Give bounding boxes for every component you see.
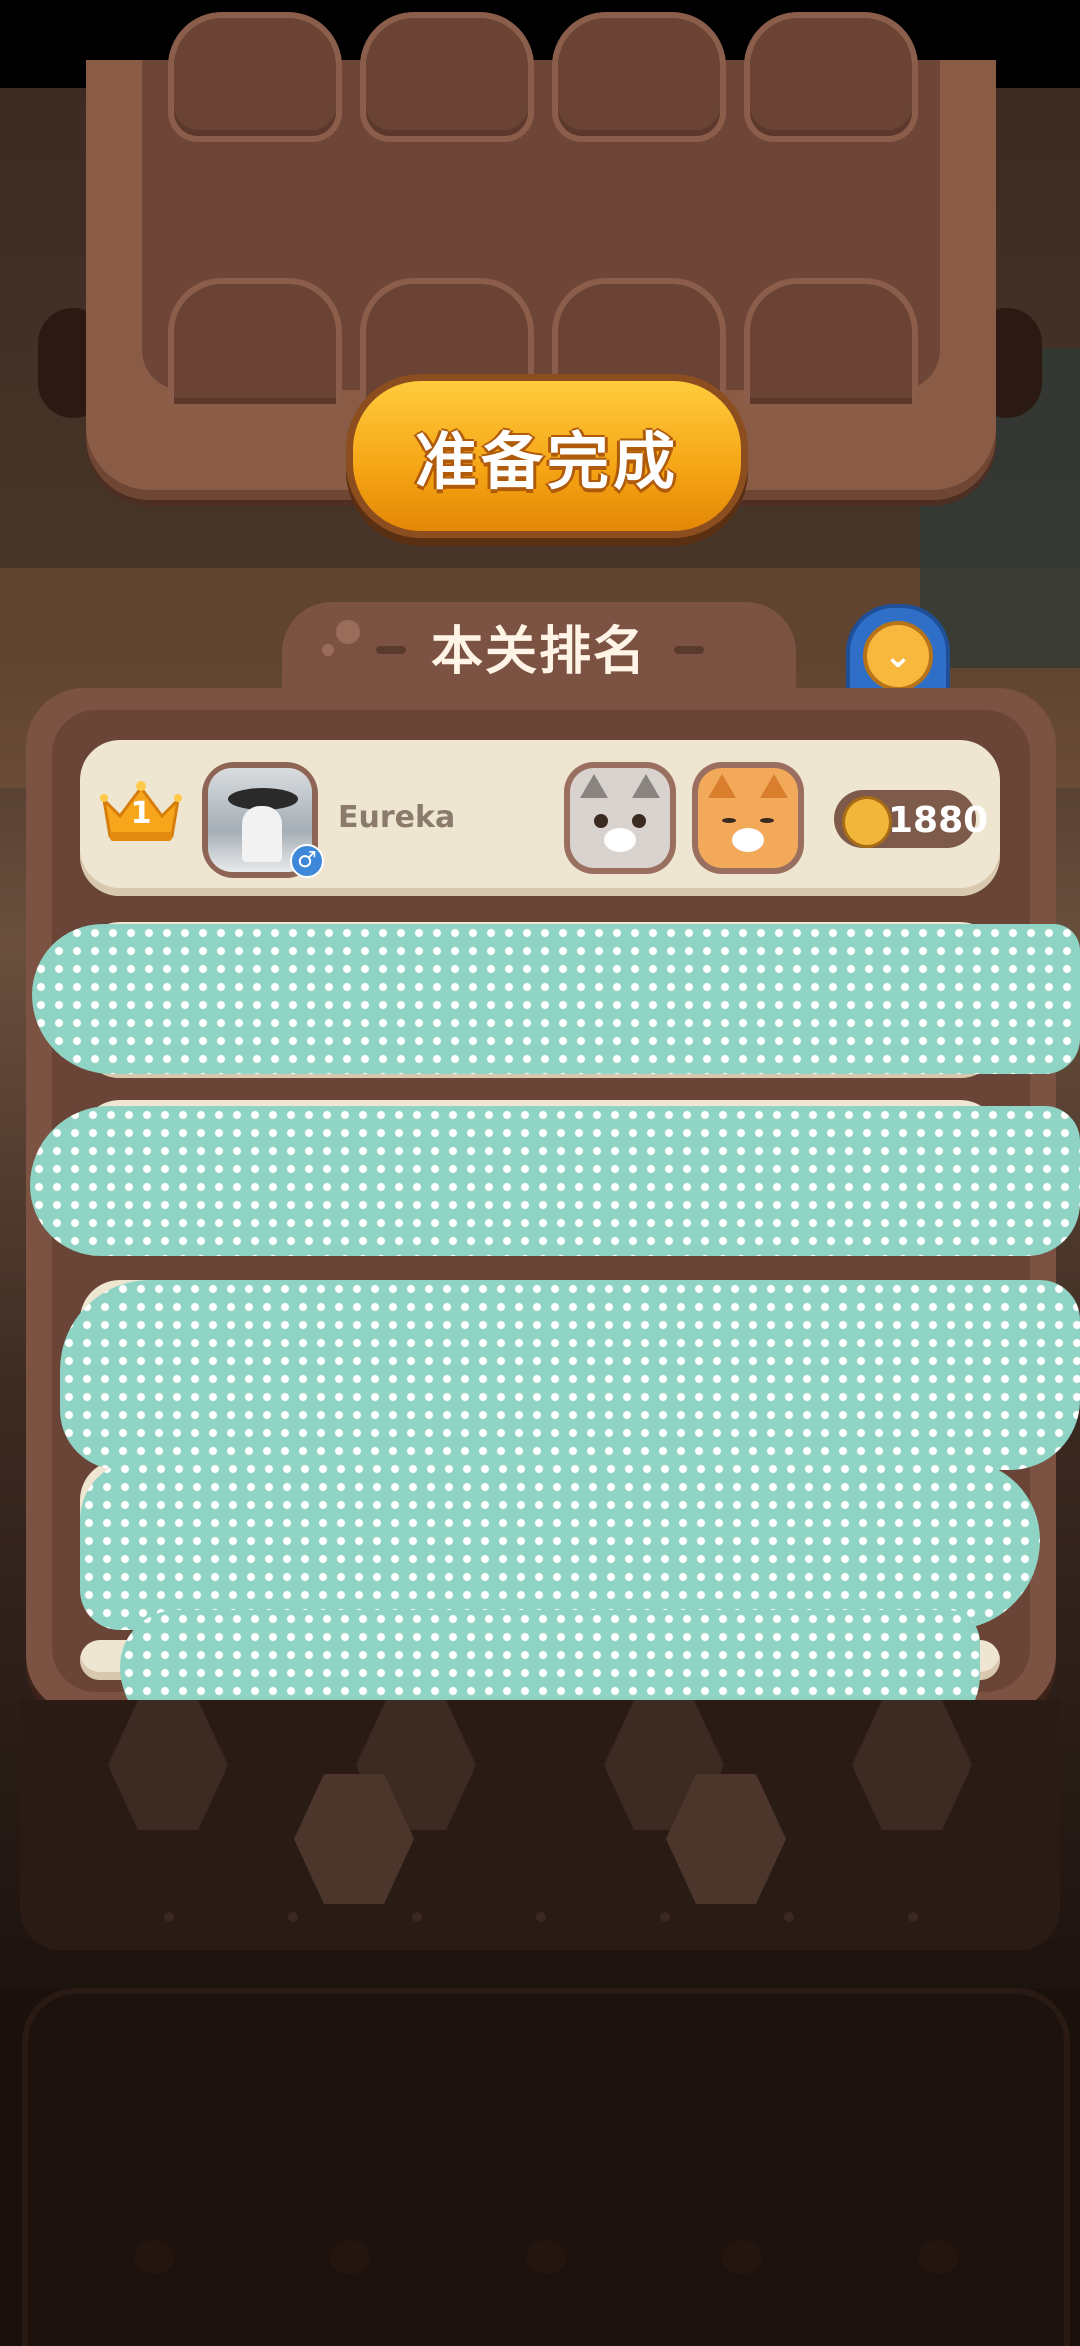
slot[interactable] — [552, 12, 726, 142]
board-dot — [784, 1912, 794, 1922]
male-icon: ♂ — [290, 844, 324, 878]
username: Eureka — [338, 800, 456, 835]
pet-face — [698, 768, 798, 868]
rank-number: 1 — [130, 796, 152, 831]
board-dot — [164, 1912, 174, 1922]
orange-cat-icon — [692, 762, 804, 874]
redaction-overlay — [60, 1280, 1080, 1470]
chevron-down-icon: ⌄ — [863, 621, 933, 691]
redaction-overlay — [30, 1106, 1080, 1256]
ranking-title: 本关排名 — [430, 622, 647, 682]
coffee-bean-coin-icon — [842, 796, 892, 848]
board-dot — [412, 1912, 422, 1922]
board-dot — [660, 1912, 670, 1922]
slot[interactable] — [360, 12, 534, 142]
paw-icon — [330, 2240, 370, 2274]
pet-face — [570, 768, 670, 868]
slot[interactable] — [168, 278, 342, 404]
paw-icon — [526, 2240, 566, 2274]
coin-count: 1880 — [888, 800, 989, 841]
board-dot — [288, 1912, 298, 1922]
board-dot — [908, 1912, 918, 1922]
gray-cat-icon — [564, 762, 676, 874]
slot[interactable] — [168, 12, 342, 142]
redaction-overlay — [32, 924, 1080, 1074]
ready-button[interactable]: 准备完成 — [346, 374, 748, 538]
bottom-tray — [22, 1988, 1070, 2346]
slot-tray-inner — [142, 12, 940, 404]
avatar-figure — [242, 806, 282, 862]
paw-icon — [722, 2240, 762, 2274]
paw-icon — [918, 2240, 958, 2274]
redaction-overlay — [80, 1460, 1040, 1630]
paw-icon — [134, 2240, 174, 2274]
slot[interactable] — [744, 278, 918, 404]
board-dot — [536, 1912, 546, 1922]
ready-button-label: 准备完成 — [414, 425, 679, 498]
slot[interactable] — [744, 12, 918, 142]
